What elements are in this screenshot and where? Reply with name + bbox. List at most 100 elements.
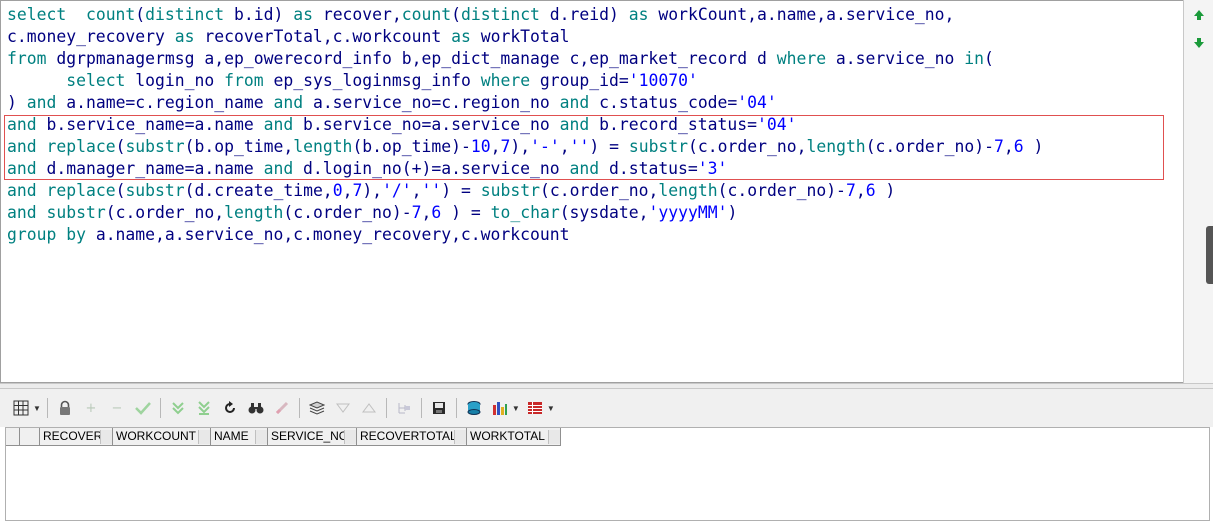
fetch-next-icon[interactable] xyxy=(167,397,189,419)
side-panel-grip[interactable] xyxy=(1206,226,1213,284)
grid-options-icon[interactable] xyxy=(10,397,32,419)
sql-token: c.money_recovery xyxy=(7,27,175,46)
sql-line[interactable]: and d.manager_name=a.name and d.login_no… xyxy=(7,158,1043,180)
chevron-down-icon[interactable]: ▼ xyxy=(33,404,41,413)
sql-token: and xyxy=(7,115,37,134)
row-number-header[interactable] xyxy=(20,428,40,446)
query-by-example-icon[interactable] xyxy=(306,397,328,419)
column-header-recover[interactable]: RECOVER xyxy=(40,428,113,446)
sql-token: 7 xyxy=(993,137,1004,156)
column-header-name[interactable]: NAME xyxy=(211,428,268,446)
sql-token: ), xyxy=(362,181,383,200)
column-sort-handle[interactable] xyxy=(344,430,356,444)
clear-icon[interactable] xyxy=(271,397,293,419)
sql-token: length xyxy=(224,203,284,222)
column-sort-handle[interactable] xyxy=(548,430,560,444)
result-grid[interactable]: RECOVER WORKCOUNT NAME SERVICE_NO RECOVE… xyxy=(5,427,1210,521)
sql-token: , xyxy=(1003,137,1014,156)
sql-line[interactable]: ) and a.name=c.region_name and a.service… xyxy=(7,92,1043,114)
arrow-down-icon[interactable] xyxy=(1192,37,1206,51)
single-record-view-icon[interactable] xyxy=(524,397,546,419)
toolbar-divider xyxy=(46,398,48,418)
sql-token: as xyxy=(628,5,649,24)
sql-token: and xyxy=(263,115,294,134)
column-header-label: RECOVERTOTAL xyxy=(360,429,457,443)
fetch-last-icon[interactable] xyxy=(193,397,215,419)
column-header-service-no[interactable]: SERVICE_NO xyxy=(268,428,357,446)
sql-token: recover, xyxy=(312,5,402,24)
sql-token: , xyxy=(559,137,570,156)
column-sort-handle[interactable] xyxy=(454,430,466,444)
sql-token: '04' xyxy=(757,115,797,134)
sql-token: 6 xyxy=(431,203,442,222)
sql-token: , xyxy=(855,181,866,200)
sql-line[interactable]: and substr(c.order_no,length(c.order_no)… xyxy=(7,202,1043,224)
column-header-workcount[interactable]: WORKCOUNT xyxy=(113,428,211,446)
tree-view-icon[interactable] xyxy=(393,397,415,419)
sql-editor[interactable]: select count(distinct b.id) as recover,c… xyxy=(0,0,1183,383)
sql-token: a.service_no=c.region_no xyxy=(303,93,560,112)
sql-token: workTotal xyxy=(470,27,570,46)
sql-token: substr xyxy=(125,181,185,200)
sql-token: b.service_name=a.name xyxy=(36,115,264,134)
sql-token: ep_sys_loginmsg_info xyxy=(263,71,481,90)
sql-token: '10070' xyxy=(628,71,698,90)
column-sort-handle[interactable] xyxy=(100,430,112,444)
sql-token: a.name,a.service_no,c.money_recovery,c.w… xyxy=(85,225,570,244)
row-indicator-header xyxy=(6,428,20,446)
toolbar-divider xyxy=(298,398,300,418)
lock-icon[interactable] xyxy=(54,397,76,419)
sql-token: '04' xyxy=(737,93,777,112)
sql-line[interactable]: group by a.name,a.service_no,c.money_rec… xyxy=(7,224,1043,246)
sql-token: and xyxy=(7,181,37,200)
export-icon[interactable] xyxy=(463,397,485,419)
sql-token: and xyxy=(559,93,590,112)
sql-token: from xyxy=(7,49,47,68)
sql-token: 7 xyxy=(411,203,422,222)
sql-token: '-' xyxy=(530,137,560,156)
sql-token: 7 xyxy=(352,181,363,200)
sql-token: distinct xyxy=(460,5,540,24)
previous-record-icon[interactable] xyxy=(332,397,354,419)
sql-token: (b.op_time)- xyxy=(352,137,471,156)
column-sort-handle[interactable] xyxy=(198,430,210,444)
sql-line[interactable]: and b.service_name=a.name and b.service_… xyxy=(7,114,1043,136)
add-record-icon[interactable]: + xyxy=(80,397,102,419)
grid-header-row: RECOVER WORKCOUNT NAME SERVICE_NO RECOVE… xyxy=(6,428,1209,446)
sql-token: (c.order_no, xyxy=(688,137,807,156)
sql-line[interactable]: from dgrpmanagermsg a,ep_owerecord_info … xyxy=(7,48,1043,70)
sql-token: and xyxy=(559,115,590,134)
chevron-down-icon[interactable]: ▼ xyxy=(547,404,555,413)
sql-line[interactable]: select count(distinct b.id) as recover,c… xyxy=(7,4,1043,26)
sql-line[interactable]: c.money_recovery as recoverTotal,c.workc… xyxy=(7,26,1043,48)
find-icon[interactable] xyxy=(245,397,267,419)
delete-record-icon[interactable]: − xyxy=(106,397,128,419)
post-changes-icon[interactable] xyxy=(132,397,154,419)
column-header-recovertotal[interactable]: RECOVERTOTAL xyxy=(357,428,467,446)
column-sort-handle[interactable] xyxy=(255,430,267,444)
refresh-icon[interactable] xyxy=(219,397,241,419)
save-icon[interactable] xyxy=(428,397,450,419)
sql-line[interactable]: select login_no from ep_sys_loginmsg_inf… xyxy=(7,70,1043,92)
sql-token: ( xyxy=(135,5,146,24)
sql-token: substr xyxy=(480,181,540,200)
sql-line[interactable]: and replace(substr(d.create_time,0,7),'/… xyxy=(7,180,1043,202)
next-record-icon[interactable] xyxy=(358,397,380,419)
sql-line[interactable]: and replace(substr(b.op_time,length(b.op… xyxy=(7,136,1043,158)
chart-icon[interactable] xyxy=(489,397,511,419)
chevron-down-icon[interactable]: ▼ xyxy=(512,404,520,413)
sql-token: and xyxy=(569,159,600,178)
arrow-up-icon[interactable] xyxy=(1192,9,1206,23)
sql-token: to_char xyxy=(490,203,560,222)
sql-token: ) xyxy=(727,203,738,222)
column-header-worktotal[interactable]: WORKTOTAL xyxy=(467,428,561,446)
sql-code[interactable]: select count(distinct b.id) as recover,c… xyxy=(7,4,1043,246)
sql-token: where xyxy=(480,71,531,90)
sql-token: 10 xyxy=(470,137,491,156)
sql-token: substr xyxy=(628,137,689,156)
sql-token: ) = xyxy=(589,137,629,156)
sql-token: '' xyxy=(569,137,590,156)
sql-token: (d.create_time, xyxy=(184,181,333,200)
